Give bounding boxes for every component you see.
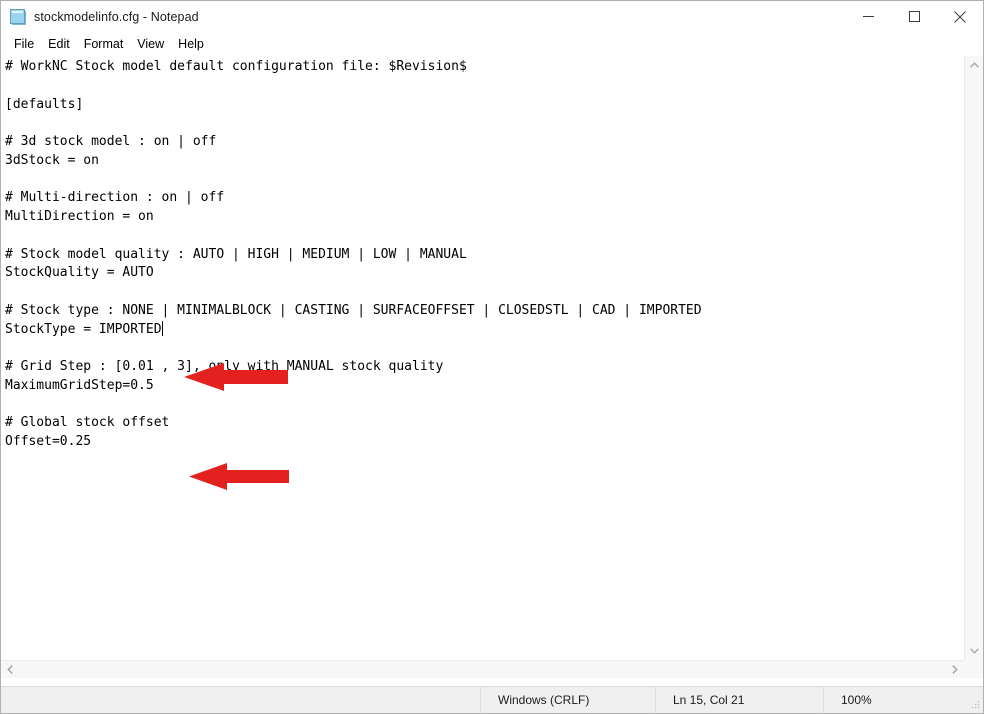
window-title: stockmodelinfo.cfg - Notepad xyxy=(34,10,199,24)
menu-bar: File Edit Format View Help xyxy=(1,33,983,55)
status-cursor-position: Ln 15, Col 21 xyxy=(655,687,823,713)
vertical-scrollbar[interactable] xyxy=(964,56,983,660)
status-bar: Windows (CRLF) Ln 15, Col 21 100% xyxy=(1,686,983,713)
status-spacer xyxy=(1,687,480,713)
scroll-left-button[interactable] xyxy=(1,661,19,678)
title-bar[interactable]: stockmodelinfo.cfg - Notepad xyxy=(1,1,983,33)
minimize-button[interactable] xyxy=(845,1,891,32)
editor-text-after-caret: # Grid Step : [0.01 , 3], only with MANU… xyxy=(5,359,444,449)
close-icon xyxy=(954,10,966,23)
menu-item-help[interactable]: Help xyxy=(171,35,211,54)
notepad-window: stockmodelinfo.cfg - Notepad File Edit F… xyxy=(0,0,984,714)
scroll-right-button[interactable] xyxy=(946,661,964,678)
text-caret xyxy=(161,320,163,336)
status-encoding: Windows (CRLF) xyxy=(480,687,655,713)
menu-item-format[interactable]: Format xyxy=(77,35,131,54)
menu-item-file[interactable]: File xyxy=(7,35,41,54)
chevron-up-icon xyxy=(969,62,979,68)
menu-item-edit[interactable]: Edit xyxy=(41,35,77,54)
editor-text-before-caret: # WorkNC Stock model default configurati… xyxy=(5,59,702,337)
maximize-icon xyxy=(908,11,920,22)
close-button[interactable] xyxy=(937,1,983,32)
resize-grip-icon[interactable] xyxy=(970,700,980,710)
chevron-down-icon xyxy=(969,648,979,654)
window-controls xyxy=(845,1,983,32)
editor-area: # WorkNC Stock model default configurati… xyxy=(1,55,983,678)
scrollbar-corner xyxy=(964,660,983,678)
chevron-right-icon xyxy=(952,665,958,674)
maximize-button[interactable] xyxy=(891,1,937,32)
notepad-icon xyxy=(10,9,26,25)
scroll-up-button[interactable] xyxy=(965,56,983,74)
menu-item-view[interactable]: View xyxy=(130,35,171,54)
horizontal-scrollbar[interactable] xyxy=(1,660,964,678)
text-editor[interactable]: # WorkNC Stock model default configurati… xyxy=(1,56,964,660)
chevron-left-icon xyxy=(7,665,13,674)
scroll-down-button[interactable] xyxy=(965,642,983,660)
status-zoom-level: 100% xyxy=(823,687,983,713)
minimize-icon xyxy=(862,16,874,17)
